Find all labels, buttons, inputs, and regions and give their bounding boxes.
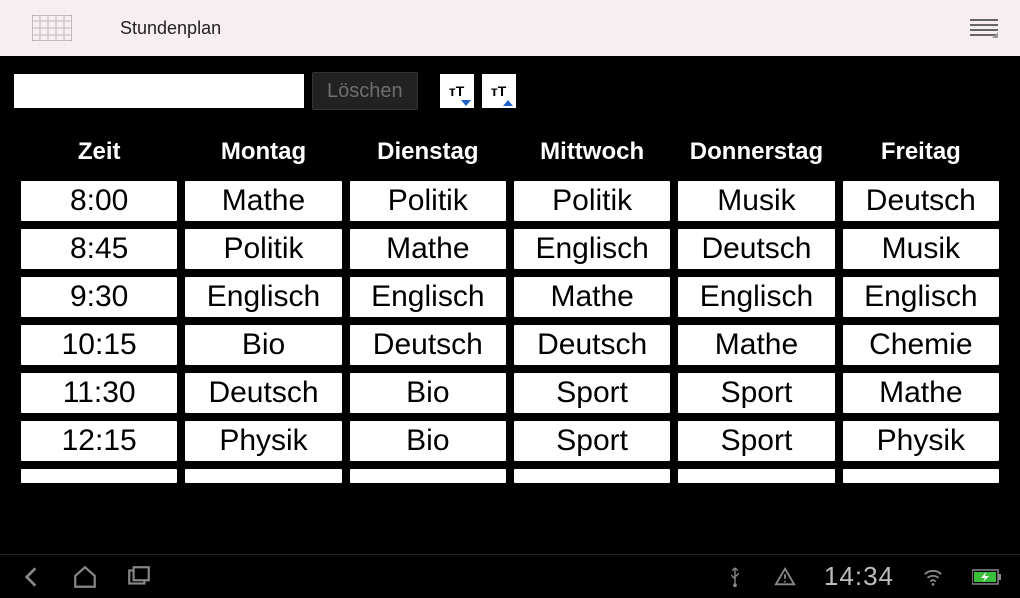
- subject-cell[interactable]: Deutsch: [842, 180, 1000, 222]
- subject-cell[interactable]: Mathe: [842, 372, 1000, 414]
- subject-cell[interactable]: Politik: [349, 180, 507, 222]
- schedule-table: Zeit Montag Dienstag Mittwoch Donnerstag…: [14, 128, 1006, 490]
- subject-cell[interactable]: Bio: [349, 372, 507, 414]
- header-freitag: Freitag: [842, 134, 1000, 174]
- font-increase-button[interactable]: тT: [482, 74, 516, 108]
- subject-cell[interactable]: Sport: [677, 420, 835, 462]
- font-increase-label: тT: [491, 83, 506, 99]
- subject-cell[interactable]: Politik: [513, 180, 671, 222]
- search-input[interactable]: [14, 74, 304, 108]
- subject-cell[interactable]: Deutsch: [184, 372, 342, 414]
- back-button[interactable]: [18, 564, 44, 590]
- subject-cell[interactable]: Sport: [677, 372, 835, 414]
- app-title: Stundenplan: [120, 18, 221, 39]
- table-row: 10:15BioDeutschDeutschMatheChemie: [20, 324, 1000, 366]
- time-cell[interactable]: [20, 468, 178, 484]
- subject-cell[interactable]: Englisch: [349, 276, 507, 318]
- table-header-row: Zeit Montag Dienstag Mittwoch Donnerstag…: [20, 134, 1000, 174]
- system-nav-bar: 14:34: [0, 554, 1020, 598]
- subject-cell[interactable]: Mathe: [184, 180, 342, 222]
- subject-cell[interactable]: [349, 468, 507, 484]
- table-row: 11:30DeutschBioSportSportMathe: [20, 372, 1000, 414]
- status-clock: 14:34: [824, 561, 894, 592]
- menu-icon[interactable]: [970, 18, 998, 38]
- subject-cell[interactable]: Physik: [184, 420, 342, 462]
- home-button[interactable]: [72, 564, 98, 590]
- time-cell[interactable]: 8:00: [20, 180, 178, 222]
- time-cell[interactable]: 11:30: [20, 372, 178, 414]
- header-zeit: Zeit: [20, 134, 178, 174]
- subject-cell[interactable]: Mathe: [513, 276, 671, 318]
- subject-cell[interactable]: Englisch: [513, 228, 671, 270]
- subject-cell[interactable]: Sport: [513, 420, 671, 462]
- warning-icon: [774, 566, 796, 588]
- font-decrease-button[interactable]: тT: [440, 74, 474, 108]
- subject-cell[interactable]: [184, 468, 342, 484]
- subject-cell[interactable]: Deutsch: [349, 324, 507, 366]
- chevron-down-icon: [461, 100, 471, 106]
- subject-cell[interactable]: Mathe: [349, 228, 507, 270]
- subject-cell[interactable]: Deutsch: [677, 228, 835, 270]
- subject-cell[interactable]: [842, 468, 1000, 484]
- subject-cell[interactable]: Englisch: [842, 276, 1000, 318]
- header-donnerstag: Donnerstag: [677, 134, 835, 174]
- table-row: [20, 468, 1000, 484]
- table-row: 8:45PolitikMatheEnglischDeutschMusik: [20, 228, 1000, 270]
- battery-charging-icon: [972, 569, 1002, 585]
- subject-cell[interactable]: [513, 468, 671, 484]
- toolbar: Löschen тT тT: [14, 72, 1006, 110]
- wifi-icon: [922, 566, 944, 588]
- subject-cell[interactable]: [677, 468, 835, 484]
- font-decrease-label: тT: [449, 83, 464, 99]
- subject-cell[interactable]: Physik: [842, 420, 1000, 462]
- subject-cell[interactable]: Englisch: [184, 276, 342, 318]
- time-cell[interactable]: 10:15: [20, 324, 178, 366]
- calendar-grid-icon: [32, 15, 72, 41]
- table-row: 8:00MathePolitikPolitikMusikDeutsch: [20, 180, 1000, 222]
- recent-apps-button[interactable]: [126, 564, 152, 590]
- time-cell[interactable]: 9:30: [20, 276, 178, 318]
- time-cell[interactable]: 8:45: [20, 228, 178, 270]
- header-mittwoch: Mittwoch: [513, 134, 671, 174]
- subject-cell[interactable]: Chemie: [842, 324, 1000, 366]
- subject-cell[interactable]: Mathe: [677, 324, 835, 366]
- subject-cell[interactable]: Musik: [842, 228, 1000, 270]
- subject-cell[interactable]: Deutsch: [513, 324, 671, 366]
- header-montag: Montag: [184, 134, 342, 174]
- table-row: 12:15PhysikBioSportSportPhysik: [20, 420, 1000, 462]
- subject-cell[interactable]: Musik: [677, 180, 835, 222]
- content-area: Löschen тT тT Zeit Montag Dienstag Mittw…: [0, 56, 1020, 554]
- title-bar: Stundenplan: [0, 0, 1020, 56]
- subject-cell[interactable]: Sport: [513, 372, 671, 414]
- subject-cell[interactable]: Englisch: [677, 276, 835, 318]
- table-row: 9:30EnglischEnglischMatheEnglischEnglisc…: [20, 276, 1000, 318]
- delete-button[interactable]: Löschen: [312, 72, 418, 110]
- usb-icon: [724, 566, 746, 588]
- header-dienstag: Dienstag: [349, 134, 507, 174]
- chevron-up-icon: [503, 100, 513, 106]
- subject-cell[interactable]: Politik: [184, 228, 342, 270]
- subject-cell[interactable]: Bio: [349, 420, 507, 462]
- subject-cell[interactable]: Bio: [184, 324, 342, 366]
- time-cell[interactable]: 12:15: [20, 420, 178, 462]
